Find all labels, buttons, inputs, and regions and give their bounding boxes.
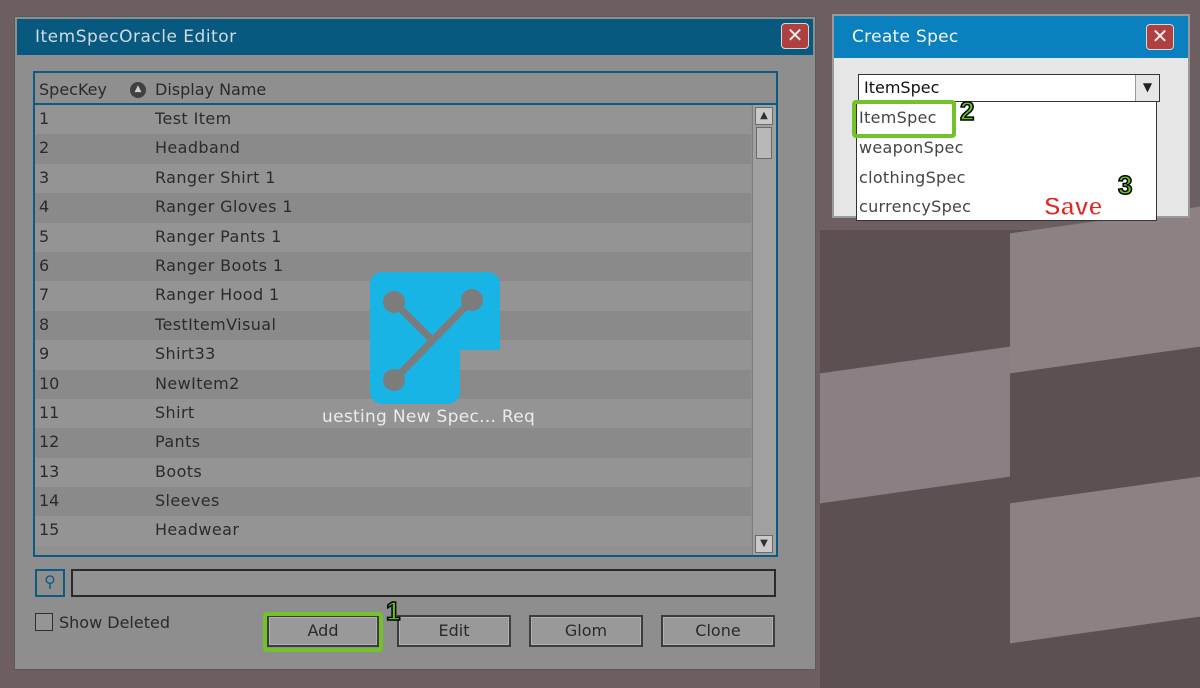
scroll-thumb[interactable] [756,127,772,159]
step-1-label: 1 [385,595,401,627]
search-icon[interactable]: ⚲ [35,569,65,597]
step-2-label: 2 [959,95,975,127]
step-3-label: 3 [1117,169,1133,201]
speckey-cell: 12 [39,432,60,452]
display-name-cell: Ranger Pants 1 [155,226,282,246]
speckey-cell: 7 [39,285,50,305]
speckey-cell: 3 [39,167,50,187]
show-deleted-label: Show Deleted [59,613,170,632]
add-button-highlight [263,612,383,652]
table-row[interactable]: 5 Ranger Pants 1 [35,222,751,252]
speckey-cell: 15 [39,520,60,540]
checkbox-box[interactable] [35,613,53,631]
display-name-cell: Shirt33 [155,344,216,364]
display-name-cell: Headband [155,138,241,158]
column-header-display-name[interactable]: Display Name [155,80,266,99]
background-tile [820,346,1010,504]
table-header: SpecKey ▲ Display Name [35,73,776,105]
display-name-cell: Ranger Gloves 1 [155,197,293,217]
table-scrollbar[interactable]: ▲ ▼ [752,105,776,555]
close-icon[interactable]: ✕ [781,23,809,49]
dropdown-option-clothingspec[interactable]: clothingSpec [859,168,966,187]
loading-status-text: uesting New Spec... Req [322,407,536,427]
speckey-cell: 2 [39,138,50,158]
create-spec-title: Create Spec [852,27,959,47]
editor-title: ItemSpecOracle Editor [35,27,237,47]
table-row[interactable]: 3 Ranger Shirt 1 [35,163,751,194]
save-annotation: Save [1043,193,1103,222]
show-deleted-checkbox[interactable]: Show Deleted [35,613,170,632]
chevron-down-icon[interactable]: ▼ [1135,75,1159,101]
table-row[interactable]: 13 Boots [35,457,751,488]
display-name-cell: Ranger Hood 1 [155,285,280,305]
display-name-cell: NewItem2 [155,373,240,393]
display-name-cell: Headwear [155,520,240,540]
sort-ascending-icon[interactable]: ▲ [130,82,146,98]
speckey-cell: 9 [39,344,50,364]
glom-button[interactable]: Glom [529,615,643,647]
table-row[interactable]: 15 Headwear [35,516,751,546]
display-name-cell: Ranger Boots 1 [155,255,284,275]
speckey-cell: 10 [39,373,60,393]
clone-button[interactable]: Clone [661,615,775,647]
speckey-cell: 11 [39,402,60,422]
dropdown-option-currencyspec[interactable]: currencySpec [859,197,971,216]
display-name-cell: Test Item [155,109,232,128]
close-icon[interactable]: ✕ [1146,24,1174,50]
display-name-cell: Sleeves [155,491,220,511]
speckey-cell: 5 [39,226,50,246]
display-name-cell: Ranger Shirt 1 [155,167,276,187]
create-spec-title-bar[interactable]: Create Spec ✕ [834,16,1188,58]
search-input[interactable] [71,569,776,597]
dropdown-option-weaponspec[interactable]: weaponSpec [859,138,964,157]
speckey-cell: 8 [39,314,50,334]
display-name-cell: Shirt [155,402,195,422]
scroll-down-arrow-icon[interactable]: ▼ [755,535,773,553]
display-name-cell: Pants [155,432,201,452]
spec-type-selected-value: ItemSpec [864,78,940,97]
table-row[interactable]: 14 Sleeves [35,487,751,517]
itemspec-option-highlight [852,100,956,138]
table-row[interactable]: 4 Ranger Gloves 1 [35,193,751,223]
background-tile [1010,206,1200,374]
speckey-cell: 4 [39,197,50,217]
table-row[interactable]: 2 Headband [35,134,751,164]
speckey-cell: 1 [39,109,50,128]
speckey-cell: 14 [39,491,60,511]
display-name-cell: TestItemVisual [155,314,277,334]
speckey-cell: 6 [39,255,50,275]
spec-type-select[interactable]: ItemSpec ▼ [858,74,1160,102]
editor-title-bar[interactable]: ItemSpecOracle Editor ✕ [17,19,813,55]
column-header-speckey[interactable]: SpecKey [39,80,107,99]
scroll-up-arrow-icon[interactable]: ▲ [755,107,773,125]
speckey-cell: 13 [39,461,60,481]
edit-button[interactable]: Edit [397,615,511,647]
background-tile [1010,476,1200,644]
table-row[interactable]: 1 Test Item [35,105,751,135]
display-name-cell: Boots [155,461,203,481]
table-row[interactable]: 12 Pants [35,428,751,458]
loading-spinner-icon [370,272,500,404]
